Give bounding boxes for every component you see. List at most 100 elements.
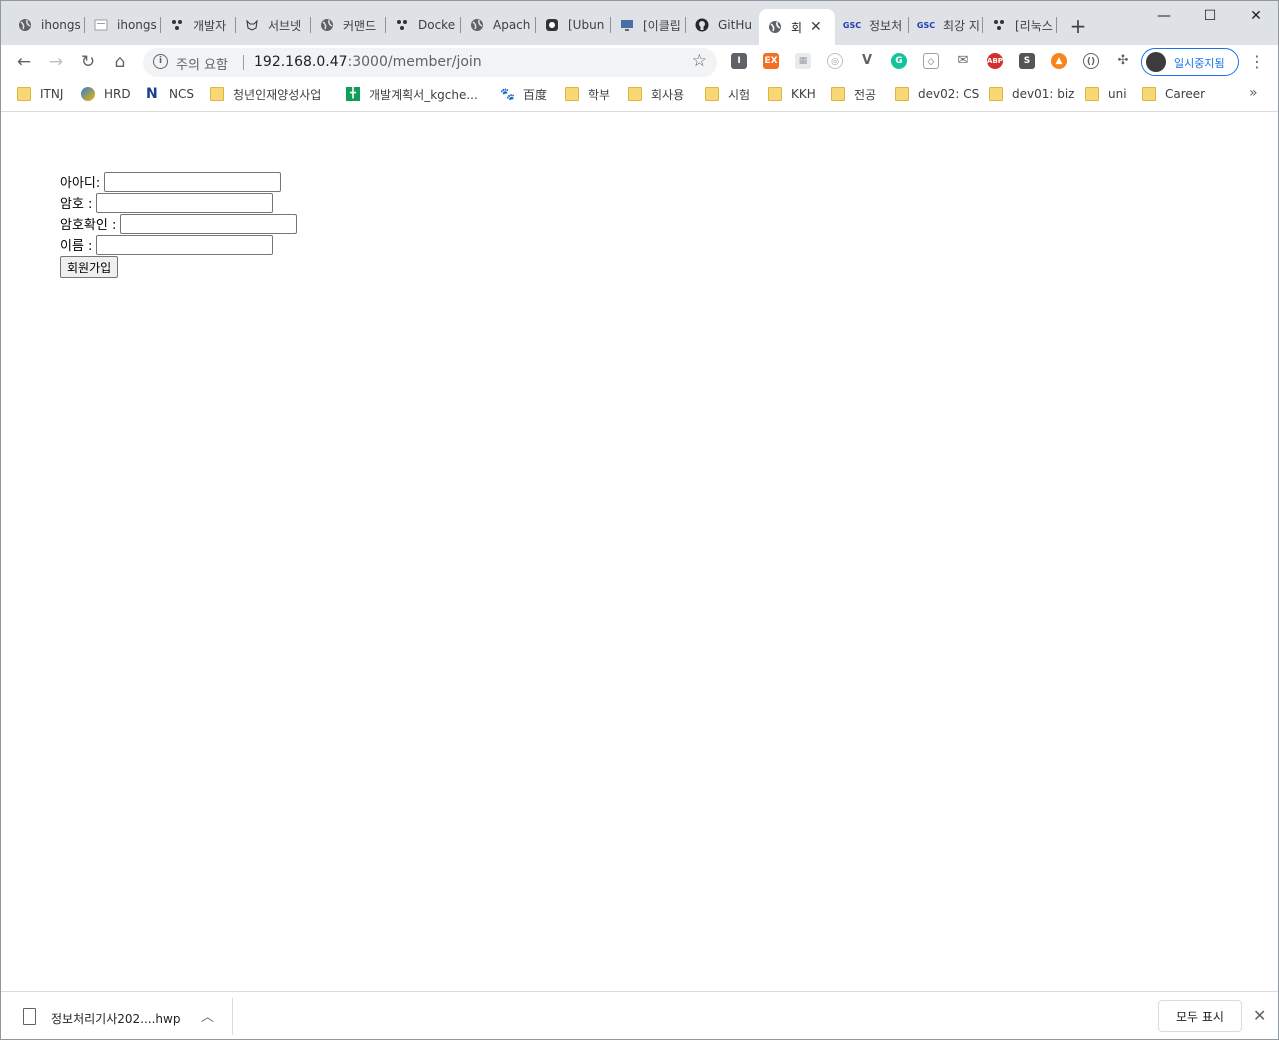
- profile-button[interactable]: 일시중지됨: [1141, 48, 1239, 76]
- bookmark-hakbu[interactable]: 학부: [565, 86, 610, 102]
- page-content: 아아디: 암호 : 암호확인 : 이름 : 회원가입: [1, 113, 1278, 991]
- extension-v-icon[interactable]: V: [859, 53, 875, 69]
- browser-window: ihongs ihongs 개발자 서브넷 커맨드 Docke Apach [U…: [0, 0, 1279, 1040]
- password-input[interactable]: [96, 192, 274, 213]
- reload-button[interactable]: ↻: [75, 49, 101, 75]
- extension-brackets-icon[interactable]: (): [1083, 53, 1099, 69]
- name-input[interactable]: [96, 234, 274, 255]
- kebab-menu-icon[interactable]: ⋮: [1249, 51, 1265, 73]
- trello-icon: [394, 17, 410, 33]
- tab-title: 정보처: [869, 18, 903, 33]
- close-icon[interactable]: ✕: [1253, 1006, 1266, 1025]
- new-tab-button[interactable]: +: [1067, 15, 1089, 37]
- tab-jeongbo[interactable]: GSC 정보처: [835, 11, 909, 39]
- show-all-button[interactable]: 모두 표시: [1158, 1000, 1242, 1032]
- folder-icon: [705, 87, 719, 101]
- tab-ubuntu[interactable]: [Ubun: [536, 11, 611, 39]
- bookmark-exam[interactable]: 시험: [705, 86, 750, 102]
- id-row: 아아디:: [60, 171, 282, 192]
- address-bar[interactable]: i 주의 요함 192.168.0.47:3000/member/join ☆: [143, 48, 717, 77]
- bookmark-dev02[interactable]: dev02: CS: [895, 86, 979, 102]
- bookmark-label: NCS: [169, 87, 194, 101]
- bookmark-label: 전공: [854, 87, 877, 102]
- folder-icon: [895, 87, 909, 101]
- download-bar: 정보처리기사202....hwp ︿ 모두 표시 ✕: [1, 991, 1278, 1039]
- tab-title: 최강 지: [943, 18, 980, 33]
- bookmark-uni[interactable]: uni: [1085, 86, 1127, 102]
- grammarly-icon[interactable]: G: [891, 53, 907, 69]
- tab-subnet[interactable]: 서브넷: [236, 11, 311, 39]
- tab-eclipse[interactable]: [이클립: [611, 11, 686, 39]
- tab-member-join[interactable]: 회 ✕: [759, 9, 835, 45]
- avatar: [1146, 52, 1166, 72]
- forward-button[interactable]: →: [43, 49, 69, 75]
- tab-apache[interactable]: Apach: [461, 11, 536, 39]
- gsc-icon: GSC: [916, 20, 936, 30]
- bookmark-company[interactable]: 회사용: [628, 86, 684, 102]
- extension-grid-icon[interactable]: ▦: [795, 53, 811, 69]
- bookmark-label: dev02: CS: [918, 87, 980, 101]
- password-confirm-input[interactable]: [120, 213, 298, 234]
- globe-icon: [469, 17, 485, 33]
- close-icon[interactable]: ✕: [810, 19, 822, 35]
- bookmark-star-icon[interactable]: ☆: [692, 51, 707, 71]
- globe-icon: [17, 17, 33, 33]
- trello-icon: [169, 17, 185, 33]
- tab-title: GitHu: [718, 18, 752, 32]
- bookmark-itnj[interactable]: ITNJ: [17, 86, 63, 102]
- extension-s-icon[interactable]: S: [1019, 53, 1035, 69]
- bookmark-youth[interactable]: 청년인재양성사업: [210, 86, 321, 102]
- minimize-button[interactable]: —: [1141, 5, 1187, 27]
- window-close-button[interactable]: ✕: [1233, 5, 1278, 27]
- home-button[interactable]: ⌂: [107, 49, 133, 75]
- folder-icon: [831, 87, 845, 101]
- gsc-icon: GSC: [842, 20, 862, 30]
- bookmark-baidu[interactable]: 🐾 百度: [500, 86, 547, 102]
- bookmarks-overflow-icon[interactable]: »: [1249, 85, 1258, 101]
- tab-command[interactable]: 커맨드: [311, 11, 386, 39]
- octocat-icon: [544, 17, 560, 33]
- bookmark-label: 학부: [588, 87, 611, 102]
- folder-icon: [628, 87, 642, 101]
- bookmark-label: dev01: biz: [1012, 87, 1075, 101]
- back-button[interactable]: ←: [11, 49, 37, 75]
- bookmark-hrd[interactable]: HRD: [81, 86, 131, 102]
- tab-title: Apach: [493, 18, 531, 32]
- url-text[interactable]: 192.168.0.47:3000/member/join: [254, 54, 482, 70]
- tab-title: [리눅스: [1015, 18, 1053, 33]
- bookmark-ncs[interactable]: N NCS: [146, 86, 194, 102]
- adblock-icon[interactable]: ABP: [987, 53, 1003, 69]
- name-row: 이름 :: [60, 234, 274, 255]
- extensions-puzzle-icon[interactable]: ✣: [1115, 53, 1131, 69]
- bookmark-dev01[interactable]: dev01: biz: [989, 86, 1074, 102]
- join-button[interactable]: 회원가입: [60, 256, 119, 278]
- bookmark-label: KKH: [791, 87, 816, 101]
- mail-icon[interactable]: ✉: [955, 53, 971, 69]
- bookmark-career[interactable]: Career: [1142, 86, 1205, 102]
- bookmark-devplan[interactable]: ╋ 개발계획서_kgche...: [346, 86, 478, 102]
- extension-ex-icon[interactable]: EX: [763, 53, 779, 69]
- extension-box-icon[interactable]: ◇: [923, 53, 939, 69]
- tab-developer[interactable]: 개발자: [161, 11, 236, 39]
- id-input[interactable]: [104, 171, 282, 192]
- page-icon: [93, 17, 109, 33]
- metamask-icon[interactable]: ▲: [1051, 53, 1067, 69]
- tab-ihongs-1[interactable]: ihongs: [9, 11, 85, 39]
- download-filename[interactable]: 정보처리기사202....hwp: [51, 1010, 180, 1027]
- name-label: 이름 :: [60, 239, 93, 254]
- monitor-icon: [619, 17, 635, 33]
- tab-docker[interactable]: Docke: [386, 11, 461, 39]
- trello-icon: [991, 17, 1007, 33]
- ncs-icon: N: [146, 86, 158, 102]
- tab-linux[interactable]: [리눅스: [983, 11, 1057, 39]
- tab-choegang[interactable]: GSC 최강 지: [909, 11, 983, 39]
- tab-ihongs-2[interactable]: ihongs: [85, 11, 161, 39]
- chevron-up-icon[interactable]: ︿: [201, 1006, 214, 1025]
- extension-circle-icon[interactable]: ◎: [827, 53, 843, 69]
- bookmark-major[interactable]: 전공: [831, 86, 876, 102]
- info-icon[interactable]: i: [153, 54, 168, 69]
- maximize-button[interactable]: ☐: [1187, 5, 1233, 27]
- extension-i-icon[interactable]: I: [731, 53, 747, 69]
- tab-github[interactable]: GitHu: [686, 11, 759, 39]
- bookmark-kkh[interactable]: KKH: [768, 86, 816, 102]
